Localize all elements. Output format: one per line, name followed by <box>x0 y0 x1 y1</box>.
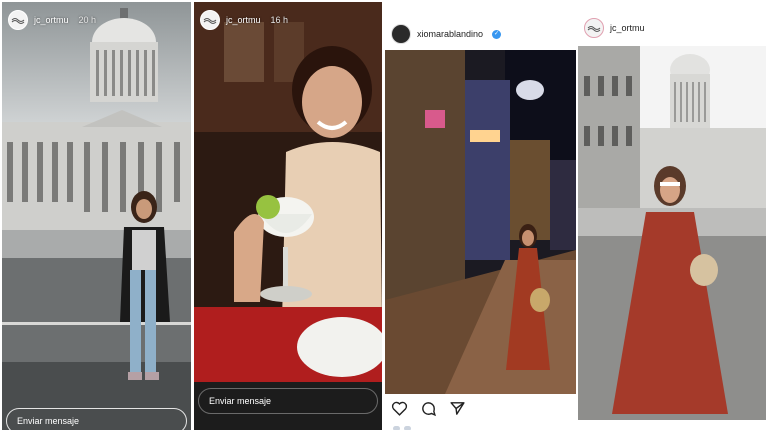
share-icon[interactable] <box>449 400 466 417</box>
heart-icon[interactable] <box>391 400 408 417</box>
send-message-input[interactable]: Enviar mensaje <box>6 408 187 430</box>
feed-post: xiomarablandino ✓ <box>385 2 576 430</box>
post-header: xiomarablandino ✓ <box>391 24 502 44</box>
logo-icon <box>11 17 25 24</box>
send-message-placeholder: Enviar mensaje <box>17 416 80 426</box>
avatar[interactable] <box>8 10 28 30</box>
username[interactable]: jc_ortmu <box>226 15 261 25</box>
comment-icon[interactable] <box>420 400 437 417</box>
post-photo-capitol <box>578 46 766 420</box>
feed-post-2: jc_ortmu <box>578 2 766 430</box>
timestamp: 20 h <box>78 15 97 25</box>
avatar[interactable] <box>584 18 604 38</box>
post-header: jc_ortmu <box>584 18 645 38</box>
username[interactable]: xiomarablandino <box>417 29 483 39</box>
avatar[interactable] <box>200 10 220 30</box>
avatar <box>404 426 411 430</box>
username[interactable]: jc_ortmu <box>34 15 69 25</box>
username[interactable]: jc_ortmu <box>610 23 645 33</box>
send-message-placeholder: Enviar mensaje <box>209 396 272 406</box>
logo-icon <box>587 25 601 32</box>
story-panel-2: jc_ortmu 16 h Enviar mensaje <box>194 2 382 430</box>
story-header: jc_ortmu 16 h <box>200 10 288 30</box>
avatar[interactable] <box>391 24 411 44</box>
liked-by-avatars <box>393 426 411 430</box>
avatar <box>393 426 400 430</box>
logo-icon <box>203 17 217 24</box>
story-panel-1: jc_ortmu 20 h Enviar mensaje <box>2 2 191 430</box>
send-message-input[interactable]: Enviar mensaje <box>198 388 378 414</box>
timestamp: 16 h <box>270 15 289 25</box>
post-photo-street <box>385 50 576 394</box>
verified-badge-icon: ✓ <box>492 29 502 39</box>
story-photo-drink <box>194 2 382 430</box>
story-photo-capitol <box>2 2 191 430</box>
post-actions <box>391 400 466 417</box>
story-header: jc_ortmu 20 h <box>8 10 96 30</box>
